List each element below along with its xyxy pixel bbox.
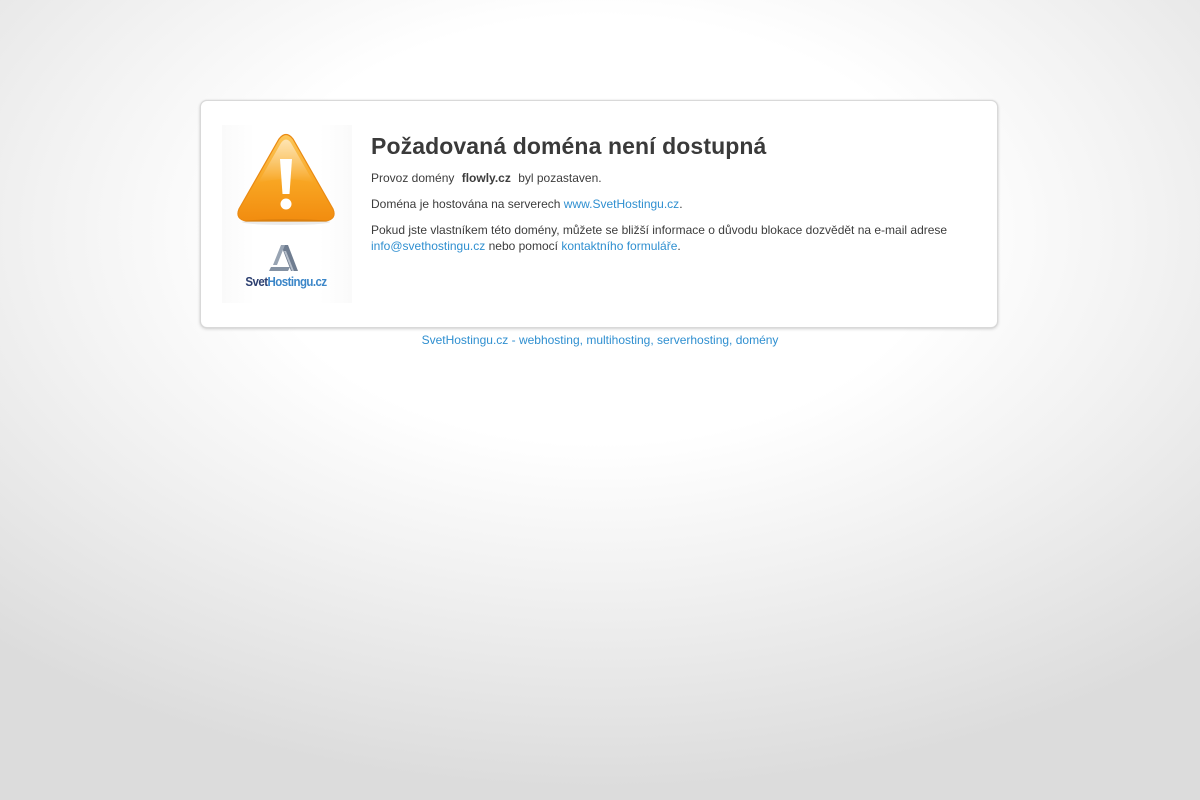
brand-name-part1: Svet [245,275,268,289]
page-title: Požadovaná doména není dostupná [371,133,767,159]
contact-form-link[interactable]: kontaktního formuláře [561,239,677,253]
email-link[interactable]: info@svethostingu.cz [371,239,485,253]
hosting-notice: Doména je hostována na serverech www.Sve… [371,196,971,212]
hosting-suffix: . [679,197,683,211]
owner-text: Pokud jste vlastníkem této domény, můžet… [371,223,948,237]
notice-prefix: Provoz domény [371,171,455,185]
owner-suffix: . [677,239,681,253]
svethostingu-logo-icon [269,245,298,271]
icon-panel: SvetHostingu.cz [222,125,352,303]
brand-name-part2: Hostingu.cz [267,275,327,289]
hosting-prefix: Doména je hostována na serverech [371,197,561,211]
brand-name: SvetHostingu.cz [244,275,329,289]
footer-link[interactable]: SvetHostingu.cz - webhosting, multihosti… [422,333,779,347]
owner-notice: Pokud jste vlastníkem této domény, můžet… [371,222,971,254]
brand-logo: SvetHostingu.cz [240,243,332,299]
hosting-link[interactable]: www.SvetHostingu.cz [564,197,679,211]
footer: SvetHostingu.cz - webhosting, multihosti… [0,332,1200,348]
owner-middle: nebo pomocí [488,239,558,253]
suspension-notice: Provoz domény flowly.cz byl pozastaven. [371,170,971,186]
message-content: Požadovaná doména není dostupná Provoz d… [371,129,971,254]
warning-icon [237,133,335,225]
domain-name: flowly.cz [461,171,511,185]
message-card: SvetHostingu.cz Požadovaná doména není d… [200,100,998,328]
notice-suffix: byl pozastaven. [518,171,602,185]
